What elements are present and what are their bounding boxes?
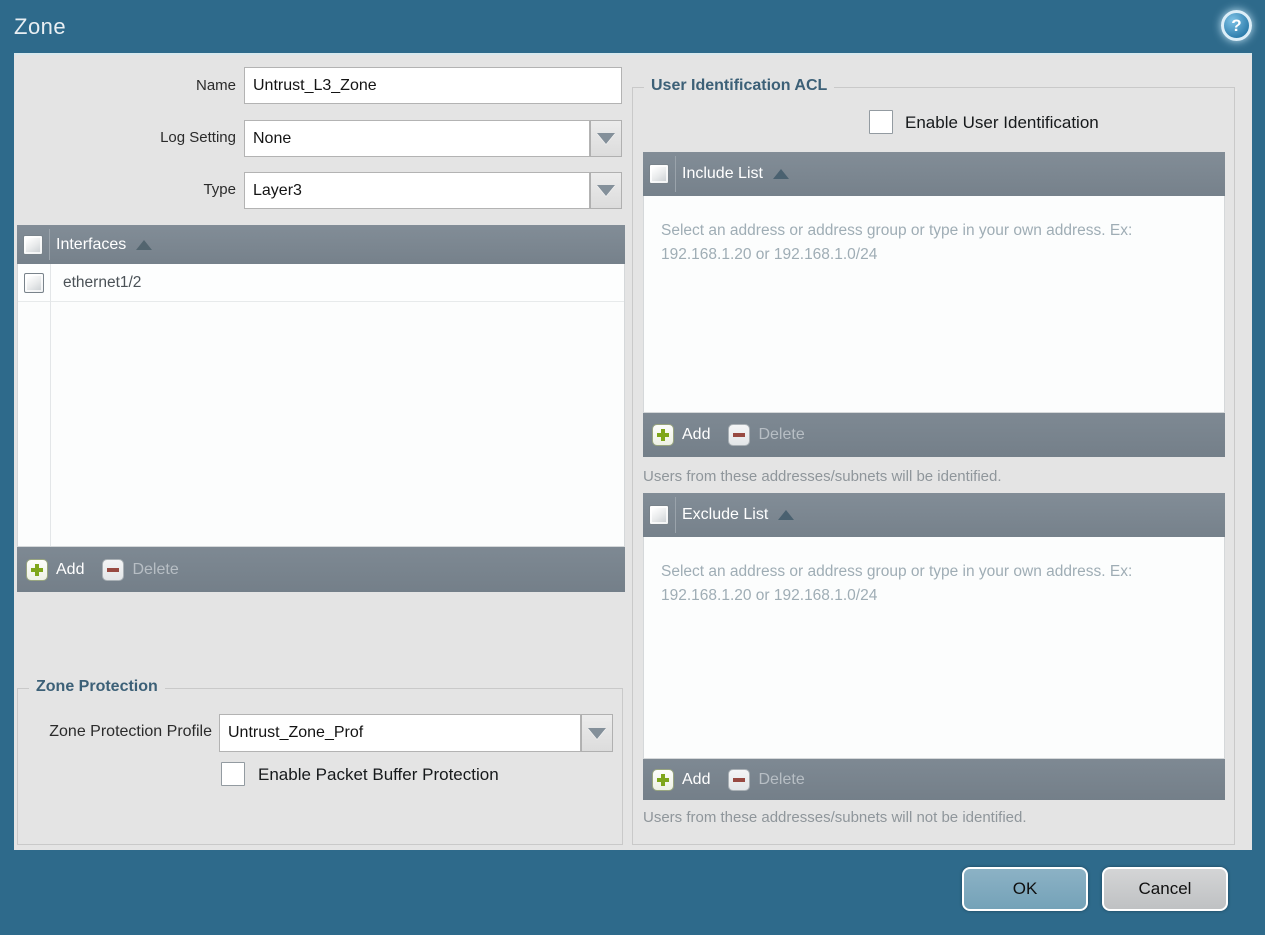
delete-button[interactable]: Delete — [728, 768, 822, 791]
log-setting-dropdown-button[interactable] — [590, 120, 622, 157]
exclude-list-table: Exclude List Select an address or addres… — [643, 493, 1225, 800]
exclude-list-placeholder: Select an address or address group or ty… — [661, 563, 1133, 604]
dialog-titlebar: Zone ? — [0, 0, 1265, 53]
chevron-down-icon — [597, 133, 615, 144]
add-button[interactable]: Add — [652, 424, 728, 446]
sort-asc-icon — [778, 510, 795, 520]
dialog-title: Zone — [14, 14, 67, 39]
type-dropdown-button[interactable] — [590, 172, 622, 209]
exclude-list-header: Exclude List — [643, 493, 1225, 537]
include-list-caption: Users from these addresses/subnets will … — [643, 468, 1002, 485]
include-list-body: Select an address or address group or ty… — [643, 196, 1225, 413]
delete-button[interactable]: Delete — [728, 424, 822, 446]
column-divider — [675, 156, 676, 192]
include-list-select-all-checkbox[interactable] — [649, 164, 669, 184]
include-list-placeholder: Select an address or address group or ty… — [661, 222, 1133, 263]
help-icon[interactable]: ? — [1221, 10, 1252, 41]
name-input[interactable] — [244, 67, 622, 104]
interfaces-select-all-checkbox[interactable] — [23, 234, 43, 255]
include-list-column-header[interactable]: Include List — [682, 165, 763, 183]
sort-asc-icon — [136, 239, 153, 250]
chevron-down-icon — [597, 185, 615, 196]
sort-asc-icon — [772, 169, 789, 179]
cancel-button[interactable]: Cancel — [1102, 867, 1228, 911]
column-divider — [50, 264, 51, 546]
zone-protection-profile-dropdown-button[interactable] — [581, 714, 613, 752]
column-divider — [675, 497, 676, 533]
delete-icon — [102, 558, 125, 581]
interfaces-toolbar: Add Delete — [17, 547, 625, 592]
delete-icon — [728, 424, 751, 446]
include-list-toolbar: Add Delete — [643, 413, 1225, 457]
enable-user-identification-label: Enable User Identification — [905, 113, 1099, 132]
interfaces-column-header[interactable]: Interfaces — [56, 236, 126, 254]
add-button-label: Add — [682, 770, 711, 788]
log-setting-input[interactable] — [244, 120, 590, 157]
include-list-table: Include List Select an address or addres… — [643, 152, 1225, 457]
delete-button-label: Delete — [758, 770, 805, 788]
add-icon — [652, 768, 674, 791]
interface-name: ethernet1/2 — [63, 273, 142, 291]
enable-packet-buffer-protection-label: Enable Packet Buffer Protection — [258, 765, 499, 784]
column-divider — [49, 229, 50, 260]
zone-dialog-screen: Zone ? Name Log Setting Type Interfaces — [0, 0, 1265, 935]
exclude-list-caption: Users from these addresses/subnets will … — [643, 809, 1027, 826]
zone-protection-profile-label: Zone Protection Profile — [49, 723, 212, 740]
add-button[interactable]: Add — [652, 768, 728, 791]
enable-user-identification-checkbox[interactable] — [869, 110, 893, 134]
user-identification-acl-legend: User Identification ACL — [644, 77, 835, 95]
table-row[interactable]: ethernet1/2 — [18, 264, 624, 302]
type-input[interactable] — [244, 172, 590, 209]
exclude-list-column-header[interactable]: Exclude List — [682, 506, 768, 524]
delete-icon — [728, 768, 751, 791]
zone-protection-legend: Zone Protection — [29, 678, 165, 696]
zone-protection-section: Zone Protection Zone Protection Profile … — [17, 678, 623, 845]
add-button-label: Add — [56, 560, 85, 578]
enable-packet-buffer-protection-checkbox[interactable] — [221, 762, 245, 786]
log-setting-label: Log Setting — [160, 129, 236, 146]
type-label: Type — [203, 181, 236, 198]
user-identification-acl-section: User Identification ACL Enable User Iden… — [632, 77, 1235, 845]
delete-button[interactable]: Delete — [102, 558, 196, 581]
chevron-down-icon — [588, 727, 606, 739]
include-list-header: Include List — [643, 152, 1225, 196]
add-icon — [652, 424, 674, 446]
name-label: Name — [195, 77, 236, 94]
delete-button-label: Delete — [758, 426, 805, 443]
interface-row-checkbox[interactable] — [24, 272, 44, 293]
exclude-list-select-all-checkbox[interactable] — [649, 505, 669, 525]
add-button[interactable]: Add — [26, 558, 102, 581]
exclude-list-body: Select an address or address group or ty… — [643, 537, 1225, 759]
interfaces-table-header: Interfaces — [17, 225, 625, 264]
add-icon — [26, 558, 48, 581]
interfaces-table: Interfaces ethernet1/2 Add Delete — [17, 225, 625, 592]
delete-button-label: Delete — [132, 560, 179, 578]
exclude-list-toolbar: Add Delete — [643, 759, 1225, 800]
interfaces-table-body: ethernet1/2 — [17, 264, 625, 547]
dialog-body: Name Log Setting Type Interfaces et — [14, 53, 1252, 850]
add-button-label: Add — [682, 426, 711, 443]
ok-button[interactable]: OK — [962, 867, 1088, 911]
zone-protection-profile-input[interactable] — [219, 714, 581, 752]
